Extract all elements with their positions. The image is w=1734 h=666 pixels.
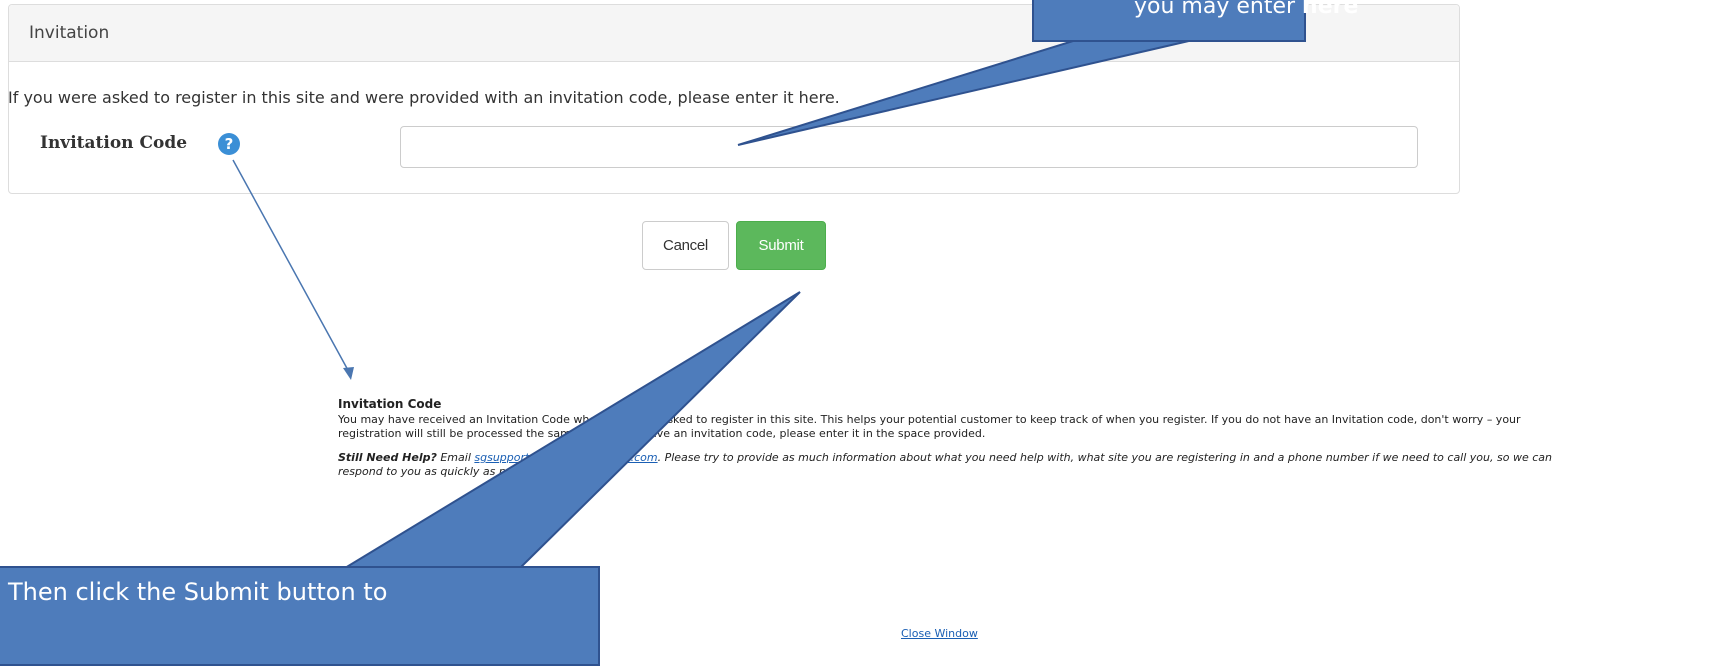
help-arrow-line	[232, 159, 350, 373]
callout-top: you may enter here	[1032, 0, 1358, 42]
callout-top-bold: here	[1302, 0, 1359, 19]
callout-bottom-text: Then click the Submit button to	[8, 578, 388, 606]
help-arrow-head	[343, 367, 354, 380]
annotation-overlay	[232, 27, 1246, 569]
callout-top-text: you may enter	[1134, 0, 1303, 19]
callout-bottom: Then click the Submit button to	[0, 566, 600, 666]
callout-bottom-pointer	[341, 291, 801, 569]
callout-top-pointer	[737, 27, 1246, 146]
